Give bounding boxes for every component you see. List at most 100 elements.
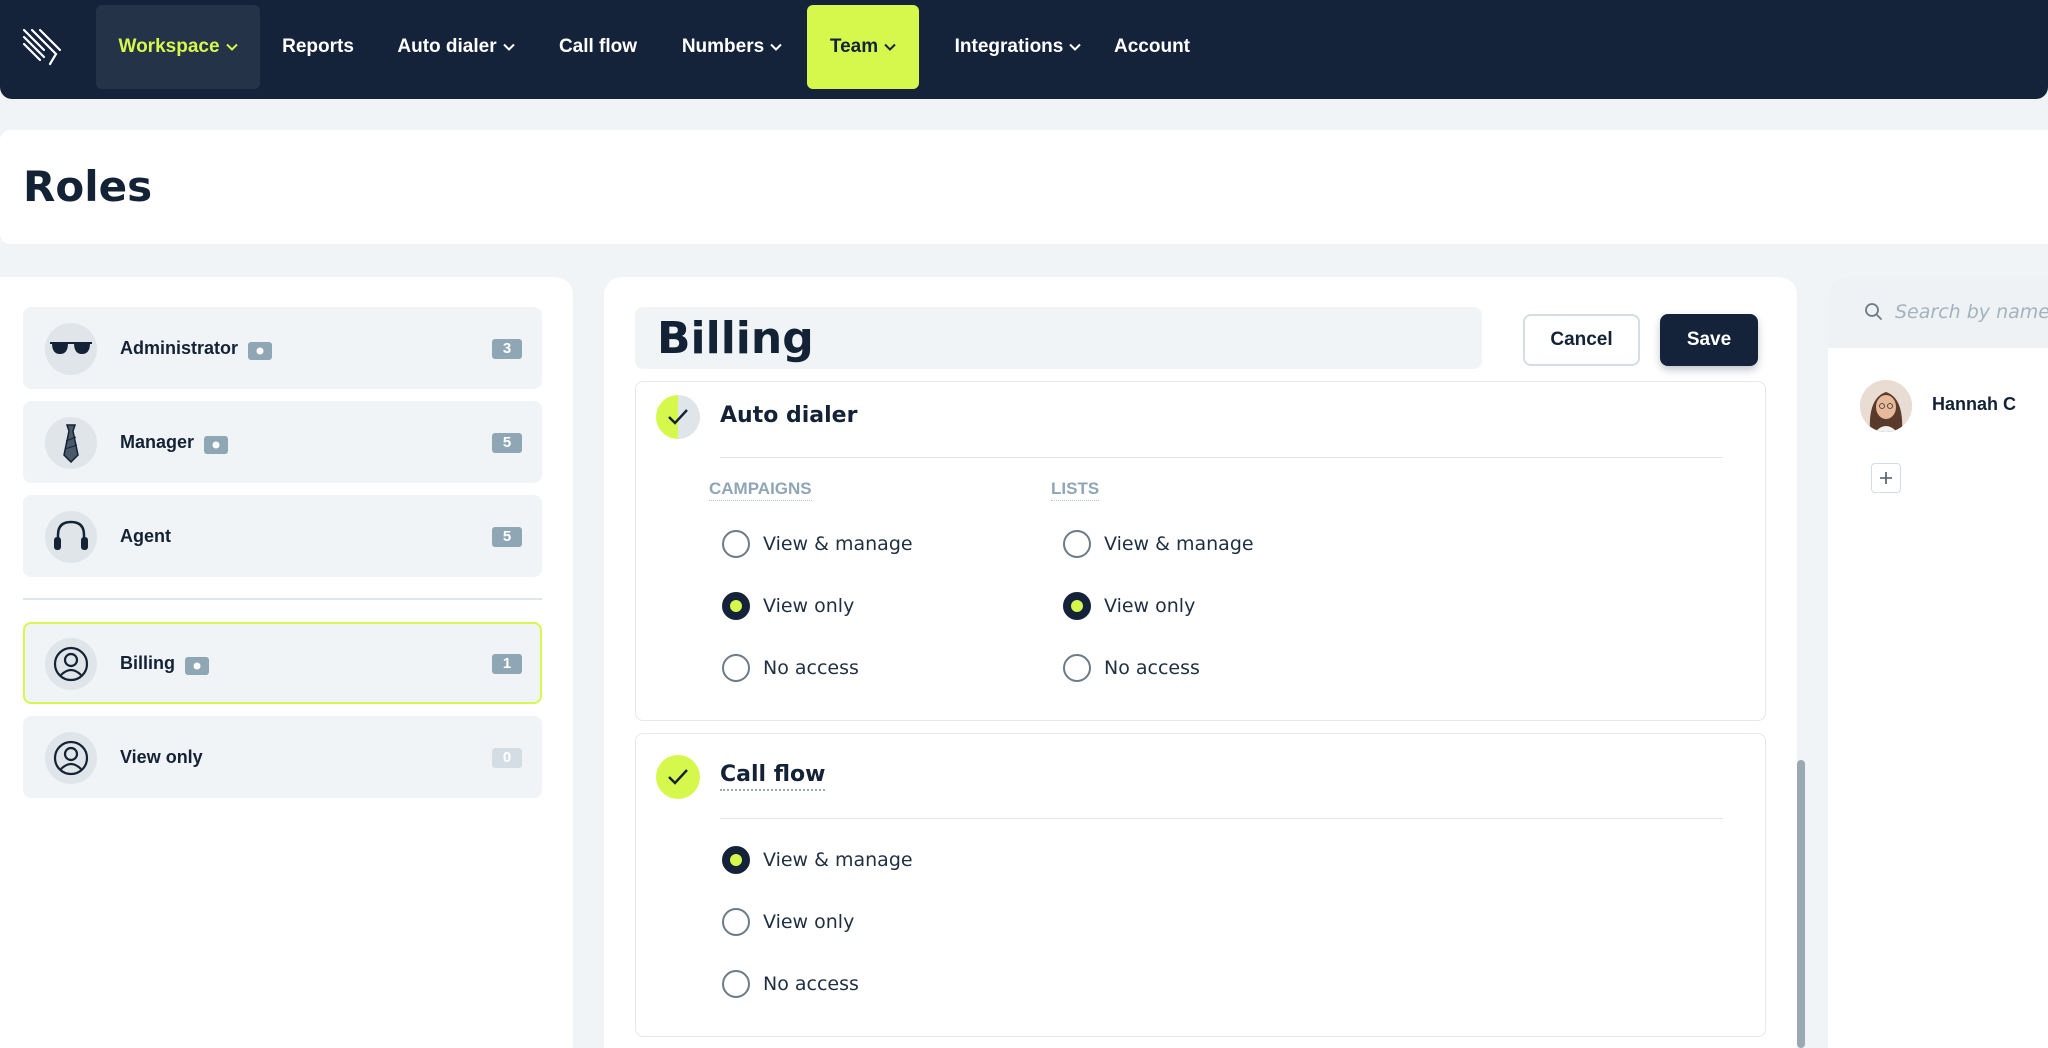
chevron-down-icon (770, 43, 782, 51)
radio-button[interactable] (722, 530, 750, 558)
nav-numbers-label: Numbers (681, 36, 765, 57)
radio-button[interactable] (722, 970, 750, 998)
top-navigation: Workspace Reports Auto dialer Call flow … (0, 0, 2048, 99)
lists-option-no-access[interactable]: No access (1063, 653, 1200, 683)
nav-call-flow[interactable]: Call flow (548, 5, 648, 89)
page-header (0, 130, 2048, 244)
role-avatar (45, 417, 97, 469)
role-item-manager[interactable]: Manager 5 (23, 401, 542, 483)
eye-icon (204, 436, 229, 454)
radio-button[interactable] (1063, 654, 1091, 682)
nav-account-label: Account (1114, 36, 1190, 57)
radio-label: No access (763, 973, 859, 995)
nav-workspace[interactable]: Workspace (96, 5, 260, 89)
nav-workspace-label: Workspace (118, 36, 220, 57)
campaigns-option-view-only[interactable]: View only (722, 591, 854, 621)
radio-label: View & manage (763, 533, 913, 555)
role-avatar (45, 323, 97, 375)
campaigns-heading: CAMPAIGNS (709, 479, 812, 501)
check-icon (668, 409, 688, 425)
nav-reports-label: Reports (282, 36, 354, 57)
call-flow-option-no-access[interactable]: No access (722, 969, 859, 999)
nav-integrations-label: Integrations (954, 36, 1064, 57)
headset-icon (54, 520, 88, 550)
radio-button[interactable] (722, 908, 750, 936)
nav-auto-dialer[interactable]: Auto dialer (382, 5, 530, 89)
permission-section-auto-dialer: Auto dialer CAMPAIGNS View & manage View… (635, 381, 1766, 721)
role-name: Administrator (120, 338, 239, 358)
member-name[interactable]: Hannah C (1932, 394, 2016, 415)
nav-account[interactable]: Account (1108, 5, 1196, 89)
user-circle-icon (53, 740, 89, 776)
check-icon (668, 769, 688, 785)
radio-label: View & manage (1104, 533, 1254, 555)
nav-team-label: Team (829, 36, 879, 57)
member-count-badge: 1 (492, 654, 522, 674)
add-member-button[interactable] (1871, 463, 1901, 493)
radio-button[interactable] (1063, 530, 1091, 558)
chevron-down-icon (502, 43, 515, 51)
section-title: Auto dialer (720, 403, 858, 428)
chevron-down-icon (884, 43, 896, 51)
role-name: Billing (120, 653, 175, 673)
role-item-billing[interactable]: Billing 1 (23, 622, 542, 704)
radio-label: View only (763, 911, 855, 933)
role-item-agent[interactable]: Agent 5 (23, 495, 542, 577)
necktie-icon (63, 424, 79, 463)
lists-option-view-manage[interactable]: View & manage (1063, 529, 1254, 559)
member-count-badge: 5 (492, 527, 522, 547)
permission-section-call-flow: Call flow View & manage View only No acc… (635, 733, 1766, 1037)
radio-button[interactable] (722, 592, 750, 620)
radio-label: View only (1104, 595, 1196, 617)
radio-button[interactable] (722, 846, 750, 874)
divider (720, 818, 1723, 819)
role-name-input[interactable] (635, 307, 1482, 369)
page-title: Roles (23, 162, 153, 211)
radio-button[interactable] (722, 654, 750, 682)
section-title: Call flow (720, 762, 826, 791)
chevron-down-icon (225, 43, 238, 51)
person-photo-icon (1860, 380, 1912, 432)
nav-team[interactable]: Team (807, 5, 919, 89)
eye-icon (248, 342, 273, 360)
logo-icon[interactable] (20, 24, 64, 68)
radio-button[interactable] (1063, 592, 1091, 620)
role-name: View only (120, 747, 203, 767)
member-count-badge: 3 (492, 339, 522, 359)
lists-option-view-only[interactable]: View only (1063, 591, 1195, 621)
member-count-badge: 0 (492, 748, 522, 768)
section-toggle[interactable] (656, 395, 700, 439)
eye-icon (185, 657, 209, 675)
role-name: Agent (120, 526, 171, 546)
scrollbar-thumb[interactable] (1797, 760, 1805, 1048)
call-flow-option-view-only[interactable]: View only (722, 907, 854, 937)
call-flow-option-view-manage[interactable]: View & manage (722, 845, 913, 875)
radio-label: View & manage (763, 849, 913, 871)
lists-heading: LISTS (1051, 479, 1100, 501)
role-name: Manager (120, 432, 195, 452)
nav-call-flow-label: Call flow (558, 36, 638, 57)
role-avatar (45, 732, 97, 784)
nav-auto-dialer-label: Auto dialer (397, 36, 497, 57)
member-count-badge: 5 (492, 433, 522, 453)
nav-integrations[interactable]: Integrations (934, 5, 1102, 89)
role-avatar (45, 638, 97, 690)
cancel-button[interactable]: Cancel (1523, 314, 1640, 366)
nav-reports[interactable]: Reports (268, 5, 368, 89)
campaigns-option-view-manage[interactable]: View & manage (722, 529, 913, 559)
members-panel (1828, 277, 2048, 1048)
role-item-administrator[interactable]: Administrator 3 (23, 307, 542, 389)
nav-numbers[interactable]: Numbers (668, 5, 796, 89)
chevron-down-icon (1069, 43, 1082, 51)
section-toggle[interactable] (656, 755, 700, 799)
user-circle-icon (53, 646, 89, 682)
radio-label: View only (763, 595, 855, 617)
save-button[interactable]: Save (1660, 314, 1758, 366)
member-search-input[interactable] (1895, 296, 2048, 328)
role-item-view-only[interactable]: View only 0 (23, 716, 542, 798)
search-icon (1865, 303, 1882, 320)
divider (23, 598, 542, 600)
campaigns-option-no-access[interactable]: No access (722, 653, 859, 683)
sunglasses-icon (50, 342, 92, 354)
radio-label: No access (763, 657, 859, 679)
